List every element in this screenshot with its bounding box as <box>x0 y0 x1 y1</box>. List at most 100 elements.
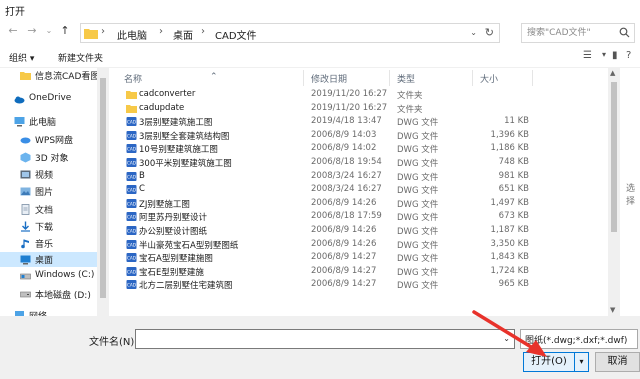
file-row[interactable]: CAD B 2008/3/24 16:27 DWG 文件 981 KB <box>112 170 608 184</box>
sidebar-item-onedrive[interactable]: OneDrive <box>0 92 97 107</box>
dwg-file-icon: CAD <box>126 185 137 195</box>
sidebar-item-music[interactable]: 音乐 <box>0 236 97 251</box>
sort-caret-icon: ⌃ <box>210 72 218 82</box>
file-size: 651 KB <box>498 184 529 195</box>
sidebar-item-this-pc[interactable]: 此电脑 <box>0 114 97 129</box>
file-list-scroll-thumb[interactable] <box>611 82 617 232</box>
sidebar-item-drive-c[interactable]: Windows (C:) <box>0 269 97 284</box>
sidebar-item-videos[interactable]: 视频 <box>0 167 97 182</box>
search-icon <box>619 27 630 38</box>
sidebar-item-downloads[interactable]: 下载 <box>0 219 97 234</box>
file-row[interactable]: CAD 宝石E型别墅建施 2006/8/9 14:27 DWG 文件 1,724 KB <box>112 265 608 279</box>
sidebar-item-drive-d[interactable]: 本地磁盘 (D:) <box>0 287 97 302</box>
breadcrumb-this-pc[interactable]: 此电脑 <box>117 27 147 42</box>
file-row[interactable]: CAD ZJ别墅施工图 2006/8/9 14:26 DWG 文件 1,497 KB <box>112 197 608 211</box>
dwg-file-icon: CAD <box>126 171 137 181</box>
filename-dropdown-icon[interactable]: ⌄ <box>503 334 510 343</box>
column-divider[interactable] <box>532 70 533 86</box>
download-icon <box>21 221 30 232</box>
file-name: cadconverter <box>139 89 196 99</box>
file-size: 1,186 KB <box>490 143 529 154</box>
sidebar-item-network[interactable]: 网络 <box>0 308 97 316</box>
column-divider[interactable] <box>303 70 304 86</box>
file-name: 3层别墅全套建筑结构图 <box>139 131 230 142</box>
file-row[interactable]: CAD 3层别墅全套建筑结构图 2006/8/9 14:03 DWG 文件 1,396 … <box>112 129 608 143</box>
sidebar-item-wps-drive[interactable]: WPS网盘 <box>0 132 97 147</box>
view-dropdown-icon[interactable]: ▾ <box>602 50 606 59</box>
file-row[interactable]: CAD 办公别墅设计图纸 2006/8/9 14:26 DWG 文件 1,187 KB <box>112 224 608 238</box>
filename-input[interactable] <box>136 330 496 348</box>
up-arrow-icon[interactable]: ↑ <box>58 24 72 38</box>
help-icon[interactable]: ? <box>626 50 631 61</box>
sidebar-item-pictures[interactable]: 图片 <box>0 184 97 199</box>
file-row[interactable]: CAD 半山豪苑宝石A型别墅图纸 2006/8/9 14:26 DWG 文件 3,350… <box>112 238 608 252</box>
file-row[interactable]: CAD 阿里苏丹别墅设计 2006/8/18 17:59 DWG 文件 673 KB <box>112 210 608 224</box>
svg-text:CAD: CAD <box>127 242 136 247</box>
dwg-file-icon: CAD <box>126 158 137 167</box>
refresh-icon[interactable]: ↻ <box>485 26 494 39</box>
svg-text:CAD: CAD <box>127 120 136 125</box>
file-row[interactable]: CAD 北方二层别墅住宅建筑图 2006/8/9 14:27 DWG 文件 965 KB <box>112 278 608 292</box>
column-header-type[interactable]: 类型 <box>397 72 415 85</box>
svg-text:CAD: CAD <box>127 147 136 152</box>
file-name: 3层别墅建筑施工图 <box>139 118 213 129</box>
address-dropdown-icon[interactable]: ⌄ <box>470 28 477 37</box>
column-header-name[interactable]: 名称 <box>124 72 142 85</box>
cloud-drive-icon <box>20 137 31 144</box>
column-divider[interactable] <box>472 70 473 86</box>
column-header-size[interactable]: 大小 <box>480 72 498 85</box>
file-type-filter[interactable]: 图纸(*.dwg;*.dxf;*.dwf) <box>520 329 638 349</box>
open-dropdown-icon[interactable]: ▾ <box>575 352 589 372</box>
forward-arrow-icon[interactable]: → <box>25 24 39 38</box>
back-arrow-icon[interactable]: ← <box>6 24 20 38</box>
file-list: ⌃ 名称 修改日期 类型 大小 cadconverter 2019/11/20 1… <box>112 68 608 316</box>
file-name: cadupdate <box>139 102 185 113</box>
sidebar-item-3d-objects[interactable]: 3D 对象 <box>0 150 97 165</box>
cube-icon <box>20 152 31 163</box>
file-row[interactable]: CAD 宝石A型别墅建施图 2006/8/9 14:27 DWG 文件 1,843 KB <box>112 251 608 265</box>
scroll-up-icon[interactable]: ▲ <box>610 69 615 77</box>
dwg-file-icon: CAD <box>126 117 137 127</box>
file-row[interactable]: cadupdate 2019/11/20 16:27 文件夹 <box>112 102 608 116</box>
file-row[interactable]: cadconverter 2019/11/20 16:27 文件夹 <box>112 88 608 102</box>
new-folder-button[interactable]: 新建文件夹 <box>58 51 103 64</box>
recent-chevron-icon[interactable]: ⌄ <box>42 24 56 38</box>
cancel-button[interactable]: 取消 <box>595 352 640 372</box>
file-row[interactable]: CAD 10号别墅建筑施工图 2006/8/9 14:02 DWG 文件 1,186 K… <box>112 142 608 156</box>
address-bar[interactable]: › 此电脑 › 桌面 › CAD文件 ⌄ ↻ <box>80 23 500 43</box>
file-name: 办公别墅设计图纸 <box>139 227 208 237</box>
document-icon <box>21 204 30 215</box>
open-button[interactable]: 打开(O) <box>523 352 575 372</box>
file-list-scrollbar[interactable]: ▲ ▼ <box>608 68 620 316</box>
dwg-file-icon: CAD <box>126 226 137 235</box>
title-bar: 打开 <box>0 0 640 18</box>
file-row[interactable]: CAD 3层别墅建筑施工图 2019/4/18 13:47 DWG 文件 11 KB <box>112 115 608 129</box>
sidebar-item-documents[interactable]: 文档 <box>0 202 97 217</box>
folder-icon <box>84 29 98 39</box>
drive-icon <box>20 291 31 298</box>
file-type: DWG 文件 <box>397 118 439 129</box>
file-row[interactable]: CAD 300平米别墅建筑施工图 2006/8/18 19:54 DWG 文件 748 … <box>112 156 608 170</box>
file-name: 10号别墅建筑施工图 <box>139 145 218 156</box>
filename-combobox[interactable]: ⌄ <box>135 329 515 349</box>
view-options-icon[interactable]: ☰ <box>583 50 592 61</box>
search-box[interactable] <box>521 23 635 43</box>
file-size: 1,843 KB <box>490 252 529 263</box>
sidebar-scrollbar[interactable] <box>97 68 109 316</box>
file-row[interactable]: CAD C 2008/3/24 16:27 DWG 文件 651 KB <box>112 183 608 197</box>
organize-button[interactable]: 组织 ▾ <box>9 51 34 64</box>
column-header-date[interactable]: 修改日期 <box>311 72 347 85</box>
svg-text:CAD: CAD <box>127 201 136 206</box>
breadcrumb-desktop[interactable]: 桌面 <box>173 27 193 42</box>
scroll-down-icon[interactable]: ▼ <box>610 306 615 314</box>
preview-pane-icon[interactable]: ▮ <box>612 50 618 61</box>
search-input[interactable] <box>522 24 614 42</box>
breadcrumb-cad-folder[interactable]: CAD文件 <box>215 27 257 42</box>
column-divider[interactable] <box>389 70 390 86</box>
sidebar-scroll-thumb[interactable] <box>100 78 106 298</box>
file-date: 2008/3/24 16:27 <box>311 184 382 195</box>
sidebar-item-cad-viewer[interactable]: 信息流CAD看图 <box>0 68 97 83</box>
sidebar-item-desktop[interactable]: 桌面 <box>0 252 97 267</box>
file-date: 2019/11/20 16:27 <box>311 89 388 99</box>
file-date: 2006/8/18 19:54 <box>311 157 382 167</box>
